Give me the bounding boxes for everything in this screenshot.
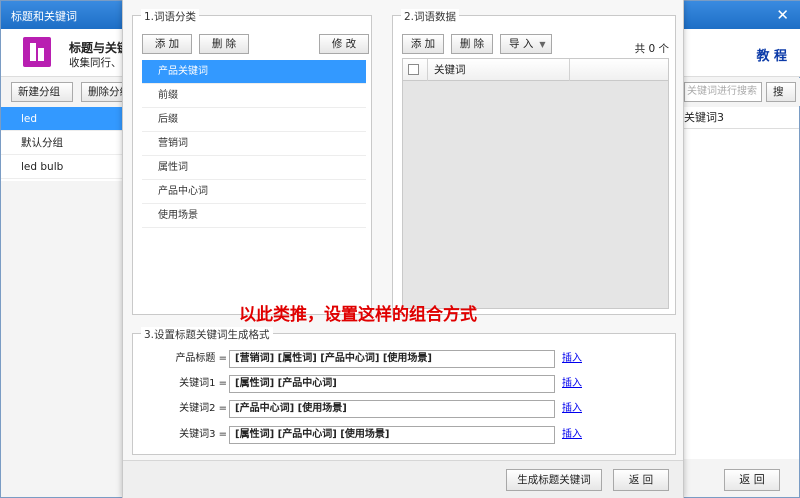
chevron-down-icon: ▼	[539, 40, 546, 49]
column-header-empty	[570, 59, 668, 81]
format-label: 产品标题 =	[175, 353, 227, 364]
insert-link[interactable]: 插入	[562, 350, 582, 368]
delete-group-button[interactable]: 删除分组	[81, 82, 123, 102]
insert-link[interactable]: 插入	[562, 375, 582, 393]
format-row-keyword3: 关键词3 = [属性词] [产品中心词] [使用场景] 插入	[133, 426, 677, 444]
category-item[interactable]: 前缀	[142, 84, 366, 108]
app-subtitle: 收集同行、管理	[69, 57, 125, 69]
group-item-led[interactable]: led	[1, 107, 123, 131]
category-list: 产品关键词 前缀 后缀 营销词 属性词 产品中心词 使用场景	[142, 60, 366, 228]
app-name: 标题与关键词	[69, 41, 125, 55]
format-section: 3.设置标题关键词生成格式 产品标题 = [营销词] [属性词] [产品中心词]…	[132, 327, 677, 455]
category-item[interactable]: 使用场景	[142, 204, 366, 228]
return-button[interactable]: 返 回	[613, 469, 669, 491]
import-label: 导 入	[509, 38, 534, 50]
group-list: led 默认分组 led bulb	[1, 107, 123, 181]
delete-category-button[interactable]: 删 除	[199, 34, 249, 54]
category-item[interactable]: 产品关键词	[142, 60, 366, 84]
column-header-keyword[interactable]: 关键词	[427, 59, 570, 81]
select-all-checkbox[interactable]	[408, 64, 419, 75]
dialog-footer: 生成标题关键词 返 回	[123, 460, 683, 498]
window-title: 标题和关键词	[11, 10, 77, 23]
format-label: 关键词3 =	[179, 429, 227, 440]
import-dropdown-button[interactable]: 导 入 ▼	[500, 34, 552, 54]
tutorial-link[interactable]: 教 程	[756, 45, 787, 64]
format-dialog: 1.词语分类 添 加 删 除 修 改 产品关键词 前缀 后缀 营销词 属性词 产…	[122, 0, 684, 498]
background-table	[684, 129, 799, 459]
search-button[interactable]: 搜 索	[766, 82, 796, 102]
category-item[interactable]: 产品中心词	[142, 180, 366, 204]
section2-legend: 2.词语数据	[401, 9, 460, 24]
edit-category-button[interactable]: 修 改	[319, 34, 369, 54]
keyword3-format-input[interactable]: [属性词] [产品中心词] [使用场景]	[229, 426, 555, 444]
generate-button[interactable]: 生成标题关键词	[506, 469, 602, 491]
insert-link[interactable]: 插入	[562, 400, 582, 418]
section1-legend: 1.词语分类	[141, 9, 200, 24]
add-category-button[interactable]: 添 加	[142, 34, 192, 54]
group-item-default[interactable]: 默认分组	[1, 131, 123, 155]
format-label: 关键词2 =	[179, 403, 227, 414]
search-input[interactable]: 关键词进行搜索	[684, 82, 762, 102]
add-word-button[interactable]: 添 加	[402, 34, 444, 54]
word-data-section: 2.词语数据 添 加 删 除 导 入 ▼ 共 0 个 关键词	[392, 9, 676, 315]
annotation-text: 以此类推，设置这样的组合方式	[239, 305, 477, 325]
new-group-button[interactable]: 新建分组	[11, 82, 73, 102]
category-item[interactable]: 后缀	[142, 108, 366, 132]
category-item[interactable]: 属性词	[142, 156, 366, 180]
delete-word-button[interactable]: 删 除	[451, 34, 493, 54]
section3-legend: 3.设置标题关键词生成格式	[141, 327, 273, 342]
title-format-input[interactable]: [营销词] [属性词] [产品中心词] [使用场景]	[229, 350, 555, 368]
group-item-led-bulb[interactable]: led bulb	[1, 155, 123, 179]
format-row-title: 产品标题 = [营销词] [属性词] [产品中心词] [使用场景] 插入	[133, 350, 677, 368]
category-item[interactable]: 营销词	[142, 132, 366, 156]
format-row-keyword1: 关键词1 = [属性词] [产品中心词] 插入	[133, 375, 677, 393]
word-count: 共 0 个	[634, 43, 669, 55]
keyword2-format-input[interactable]: [产品中心词] [使用场景]	[229, 400, 555, 418]
keyword1-format-input[interactable]: [属性词] [产品中心词]	[229, 375, 555, 393]
word-category-section: 1.词语分类 添 加 删 除 修 改 产品关键词 前缀 后缀 营销词 属性词 产…	[132, 9, 372, 315]
app-logo-icon	[23, 37, 51, 67]
format-label: 关键词1 =	[179, 378, 227, 389]
format-row-keyword2: 关键词2 = [产品中心词] [使用场景] 插入	[133, 400, 677, 418]
keyword-grid-header: 关键词	[403, 59, 668, 81]
keyword-grid: 关键词	[402, 58, 669, 309]
insert-link[interactable]: 插入	[562, 426, 582, 444]
column-header-keyword3: 关键词3	[684, 107, 799, 129]
close-icon[interactable]: ✕	[776, 6, 789, 24]
background-return-button[interactable]: 返 回	[724, 469, 780, 491]
